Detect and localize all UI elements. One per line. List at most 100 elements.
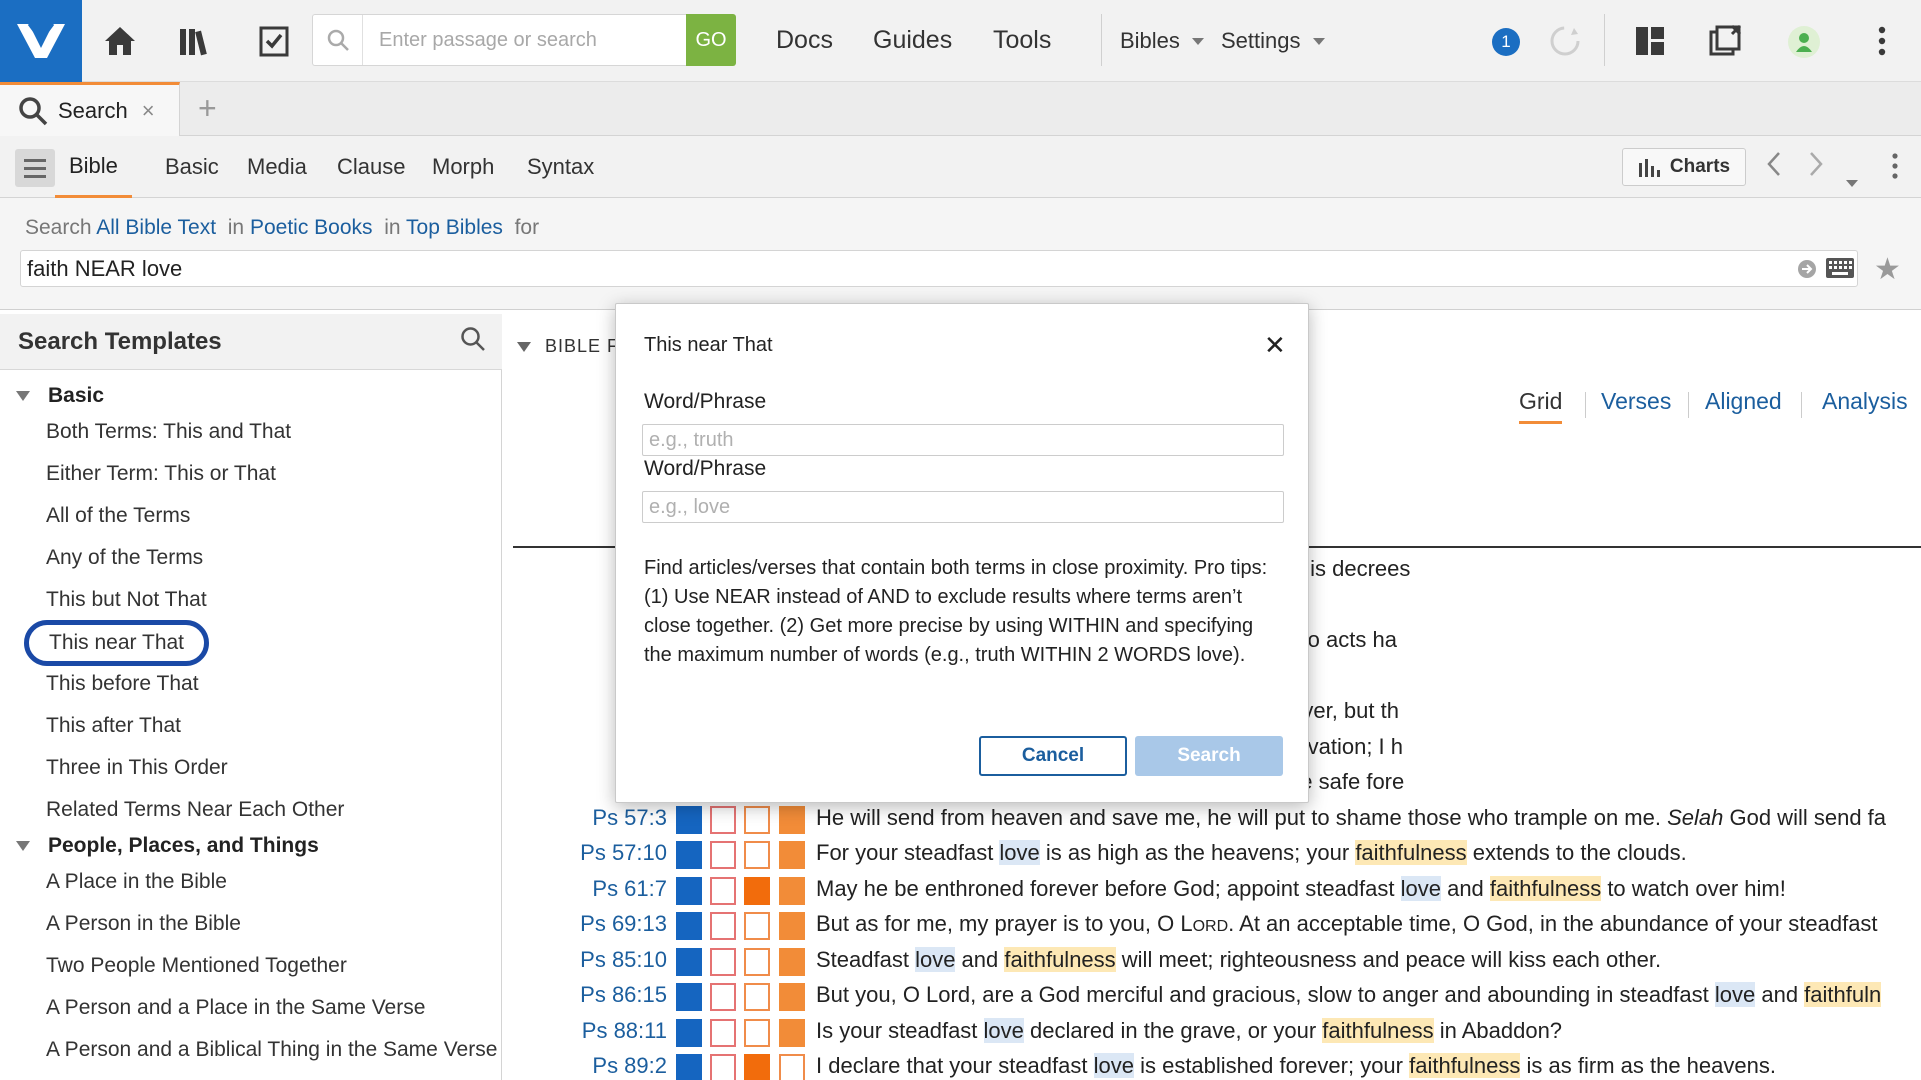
word-phrase-input-2[interactable]	[642, 491, 1284, 523]
table-row[interactable]: Ps 88:11 Is your steadfast love declared …	[503, 1014, 1921, 1050]
grid-cell[interactable]	[779, 805, 805, 834]
grid-cell[interactable]	[779, 912, 805, 940]
forward-arrow-icon[interactable]	[1808, 150, 1824, 186]
grid-cell[interactable]	[744, 841, 770, 869]
close-tab-icon[interactable]: ×	[142, 98, 155, 124]
close-panels-icon[interactable]	[1702, 17, 1750, 65]
tab-syntax[interactable]: Syntax	[527, 136, 594, 198]
grid-cell[interactable]	[779, 1054, 805, 1080]
close-icon[interactable]: ✕	[1264, 330, 1286, 361]
grid-cell[interactable]	[676, 912, 702, 940]
template-place[interactable]: A Place in the Bible	[46, 870, 227, 894]
table-row[interactable]: Ps 57:10 For your steadfast love is as hi…	[503, 836, 1921, 872]
grid-cell[interactable]	[779, 1018, 805, 1047]
grid-cell[interactable]	[744, 947, 770, 976]
template-two-people[interactable]: Two People Mentioned Together	[46, 954, 347, 978]
go-arrow-icon[interactable]	[1797, 259, 1817, 279]
tab-bible[interactable]: Bible	[55, 136, 132, 198]
verse-reference-link[interactable]: Ps 88:11	[503, 1018, 667, 1044]
query-input[interactable]: faith NEAR love	[20, 250, 1858, 287]
go-button[interactable]: GO	[686, 14, 736, 66]
bibles-link[interactable]: Top Bibles	[406, 216, 503, 239]
tab-grid[interactable]: Grid	[1519, 388, 1563, 424]
template-three-in-order[interactable]: Three in This Order	[46, 756, 228, 780]
library-icon[interactable]	[172, 17, 220, 65]
template-this-before-that[interactable]: This before That	[46, 672, 199, 696]
back-arrow-icon[interactable]	[1766, 150, 1782, 186]
charts-button[interactable]: Charts	[1622, 148, 1746, 186]
grid-cell[interactable]	[676, 983, 702, 1011]
template-both-terms[interactable]: Both Terms: This and That	[46, 420, 291, 444]
grid-cell[interactable]	[779, 947, 805, 976]
grid-cell[interactable]	[710, 1054, 736, 1080]
grid-cell[interactable]	[744, 912, 770, 940]
verse-reference-link[interactable]: Ps 86:15	[503, 982, 667, 1008]
template-either-term[interactable]: Either Term: This or That	[46, 462, 276, 486]
add-tab-button[interactable]: +	[198, 90, 217, 127]
grid-cell[interactable]	[744, 1018, 770, 1047]
template-related-terms[interactable]: Related Terms Near Each Other	[46, 798, 344, 822]
verse-reference-link[interactable]: Ps 61:7	[503, 876, 667, 902]
tab-analysis[interactable]: Analysis	[1822, 388, 1908, 421]
settings-menu[interactable]: Settings	[1221, 28, 1325, 54]
table-row[interactable]: Ps 61:7 May he be enthroned forever befor…	[503, 872, 1921, 908]
template-person[interactable]: A Person in the Bible	[46, 912, 241, 936]
history-dropdown-icon[interactable]	[1846, 161, 1858, 195]
tab-clause[interactable]: Clause	[337, 136, 405, 198]
grid-cell[interactable]	[779, 841, 805, 869]
template-any-terms[interactable]: Any of the Terms	[46, 546, 203, 570]
grid-cell[interactable]	[710, 947, 736, 976]
grid-cell[interactable]	[744, 876, 770, 905]
table-row[interactable]: Ps 86:15 But you, O Lord, are a God merci…	[503, 978, 1921, 1014]
grid-cell[interactable]	[744, 983, 770, 1011]
grid-cell[interactable]	[710, 912, 736, 940]
group-people-places-things[interactable]: People, Places, and Things	[16, 834, 319, 858]
template-this-near-that[interactable]: This near That	[24, 620, 210, 666]
template-all-terms[interactable]: All of the Terms	[46, 504, 190, 528]
verse-reference-link[interactable]: Ps 89:2	[503, 1053, 667, 1079]
layout-icon[interactable]	[1626, 17, 1674, 65]
grid-cell[interactable]	[779, 983, 805, 1011]
home-icon[interactable]	[96, 17, 144, 65]
tab-search[interactable]: Search ×	[0, 82, 180, 136]
grid-cell[interactable]	[676, 1054, 702, 1080]
verse-reference-link[interactable]: Ps 85:10	[503, 947, 667, 973]
tab-aligned[interactable]: Aligned	[1705, 388, 1782, 421]
template-person-and-thing[interactable]: A Person and a Biblical Thing in the Sam…	[46, 1038, 497, 1062]
table-row[interactable]: Ps 85:10 Steadfast love and faithfulness …	[503, 943, 1921, 979]
table-row[interactable]: Ps 89:2 I declare that your steadfast lov…	[503, 1049, 1921, 1080]
template-this-but-not-that[interactable]: This but Not That	[46, 588, 207, 612]
user-avatar[interactable]	[1788, 26, 1820, 58]
docs-link[interactable]: Docs	[776, 26, 833, 55]
grid-cell[interactable]	[676, 1018, 702, 1047]
grid-cell[interactable]	[710, 876, 736, 905]
template-person-and-place[interactable]: A Person and a Place in the Same Verse	[46, 996, 425, 1020]
grid-cell[interactable]	[676, 876, 702, 905]
grid-cell[interactable]	[710, 983, 736, 1011]
tab-verses[interactable]: Verses	[1601, 388, 1671, 421]
passage-search-input[interactable]	[363, 28, 663, 52]
table-row[interactable]: Ps 57:3 He will send from heaven and save…	[503, 801, 1921, 837]
panel-more-icon[interactable]	[1892, 153, 1898, 187]
tab-basic[interactable]: Basic	[165, 136, 219, 198]
grid-cell[interactable]	[676, 947, 702, 976]
verse-reference-link[interactable]: Ps 57:10	[503, 840, 667, 866]
table-row[interactable]: Ps 69:13 But as for me, my prayer is to y…	[503, 907, 1921, 943]
favorite-star-icon[interactable]: ★	[1874, 252, 1901, 287]
search-button[interactable]: Search	[1135, 736, 1283, 776]
grid-cell[interactable]	[779, 876, 805, 905]
grid-cell[interactable]	[710, 805, 736, 834]
tab-media[interactable]: Media	[247, 136, 307, 198]
group-basic[interactable]: Basic	[16, 384, 104, 408]
cancel-button[interactable]: Cancel	[979, 736, 1127, 776]
notification-badge[interactable]: 1	[1492, 28, 1520, 56]
hamburger-menu-icon[interactable]	[15, 149, 55, 187]
search-icon[interactable]	[460, 326, 486, 357]
grid-cell[interactable]	[676, 841, 702, 869]
grid-cell[interactable]	[710, 1018, 736, 1047]
grid-cell[interactable]	[676, 805, 702, 834]
tab-morph[interactable]: Morph	[432, 136, 494, 198]
word-phrase-input-1[interactable]	[642, 424, 1284, 456]
books-link[interactable]: Poetic Books	[250, 216, 373, 239]
guides-link[interactable]: Guides	[873, 26, 952, 55]
